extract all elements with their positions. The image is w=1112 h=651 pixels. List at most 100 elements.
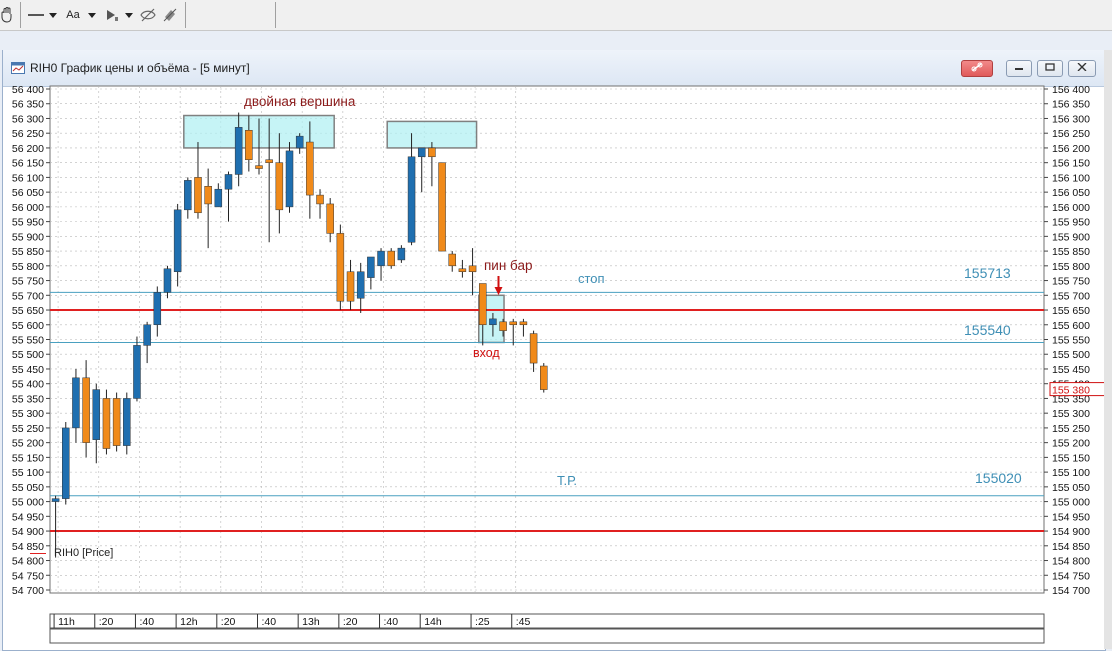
candle (102, 389, 111, 455)
candle-body (82, 377, 90, 443)
y-tick-label-right: 156 000 (1052, 202, 1090, 214)
y-tick-label-right: 155 300 (1052, 408, 1090, 420)
y-tick-label: 55 000 (12, 497, 44, 509)
y-tick-label: 56 300 (12, 113, 44, 125)
y-tick-label: 55 550 (12, 335, 44, 347)
candle-body (306, 141, 314, 196)
candle-body (133, 345, 141, 399)
candle (62, 422, 70, 505)
candle-body (102, 398, 111, 449)
candle-body (123, 398, 131, 446)
candle-body (275, 162, 284, 211)
candle-body (51, 498, 60, 502)
y-tick-label-right: 155 000 (1052, 497, 1090, 509)
entry-value-label: 155540 (964, 322, 1011, 338)
take-profit-value-label: 155020 (975, 470, 1022, 486)
y-tick-label: 55 200 (12, 438, 44, 450)
candle-body (458, 268, 467, 272)
right-scrollbar[interactable] (1104, 50, 1112, 649)
y-tick-label-right: 155 450 (1052, 364, 1090, 376)
y-tick-label-right: 155 200 (1052, 438, 1090, 450)
candle-body (112, 398, 121, 446)
candle-body (346, 271, 355, 302)
y-tick-label-right: 156 100 (1052, 172, 1090, 184)
y-tick-label-right: 155 250 (1052, 423, 1090, 435)
candle-body (214, 188, 223, 208)
legend-line-swatch (30, 552, 46, 554)
last-price-label: 155 380 (1052, 385, 1090, 397)
candle-body (468, 265, 477, 272)
candle-body (489, 318, 497, 326)
y-tick-label-right: 156 300 (1052, 113, 1090, 125)
candle (123, 392, 131, 455)
double-top-label: двойная вершина (244, 94, 356, 109)
x-tick-label: :40 (139, 616, 154, 628)
stop-label: стоп (578, 271, 605, 286)
x-tick-label: :40 (261, 616, 276, 628)
time-axis (49, 613, 1045, 630)
y-tick-label-right: 155 650 (1052, 305, 1090, 317)
y-tick-label-right: 154 700 (1052, 585, 1090, 597)
candle (387, 248, 395, 269)
date-axis (49, 628, 1045, 644)
y-tick-label: 55 150 (12, 452, 44, 464)
y-tick-label: 55 050 (12, 482, 44, 494)
x-tick-label: :40 (384, 616, 399, 628)
y-tick-label-right: 154 750 (1052, 570, 1090, 582)
x-tick-label: :45 (516, 616, 531, 628)
y-tick-label: 55 750 (12, 276, 44, 288)
y-tick-label: 55 350 (12, 393, 44, 405)
y-tick-label-right: 156 200 (1052, 143, 1090, 155)
y-tick-label: 55 850 (12, 246, 44, 258)
candle-body (509, 321, 517, 326)
candle-body (143, 324, 151, 346)
y-tick-label: 54 900 (12, 526, 44, 538)
candle-body (62, 427, 70, 499)
y-tick-label-right: 154 850 (1052, 541, 1090, 553)
y-tick-label: 56 050 (12, 187, 44, 199)
candle-body (163, 268, 172, 293)
y-tick-label: 56 150 (12, 158, 44, 170)
candle-body (478, 283, 487, 326)
candle-body (255, 165, 263, 169)
candle-body (499, 321, 507, 331)
entry-label: вход (473, 346, 500, 360)
candle-body (377, 250, 385, 267)
candle-body (285, 150, 294, 208)
y-tick-label-right: 154 800 (1052, 556, 1090, 568)
y-tick-label-right: 155 050 (1052, 482, 1090, 494)
candle-body (367, 256, 375, 278)
candle-body (265, 159, 273, 163)
y-tick-label: 54 750 (12, 570, 44, 582)
y-tick-label: 55 600 (12, 320, 44, 332)
candle (540, 363, 548, 393)
candle-body (245, 130, 253, 160)
y-tick-label-right: 156 350 (1052, 99, 1090, 111)
y-tick-label: 55 400 (12, 379, 44, 391)
candle-body (194, 177, 202, 214)
y-tick-label: 55 500 (12, 349, 44, 361)
y-tick-label: 55 250 (12, 423, 44, 435)
y-tick-label-right: 155 700 (1052, 290, 1090, 302)
y-tick-label: 55 700 (12, 290, 44, 302)
y-tick-label-right: 156 250 (1052, 128, 1090, 140)
candle-body (540, 365, 548, 390)
price-chart[interactable]: 56 400 156 400 56 350 156 350 56 300 156 300 5… (0, 0, 1112, 649)
candle-body (417, 147, 426, 158)
candle-body (92, 389, 101, 440)
candle-body (234, 127, 243, 175)
x-tick-label: 12h (180, 616, 198, 628)
candle-body (448, 253, 456, 267)
stop-value-label: 155713 (964, 265, 1011, 281)
y-tick-label: 55 950 (12, 217, 44, 229)
candle (438, 162, 446, 252)
candle (133, 336, 141, 402)
candle-body (224, 174, 233, 190)
x-tick-label: :20 (343, 616, 358, 628)
y-tick-label: 54 950 (12, 511, 44, 523)
candle-body (184, 180, 192, 211)
y-tick-label-right: 155 100 (1052, 467, 1090, 479)
y-tick-label: 55 300 (12, 408, 44, 420)
y-tick-label-right: 155 850 (1052, 246, 1090, 258)
pin-bar-label: пин бар (484, 258, 533, 273)
